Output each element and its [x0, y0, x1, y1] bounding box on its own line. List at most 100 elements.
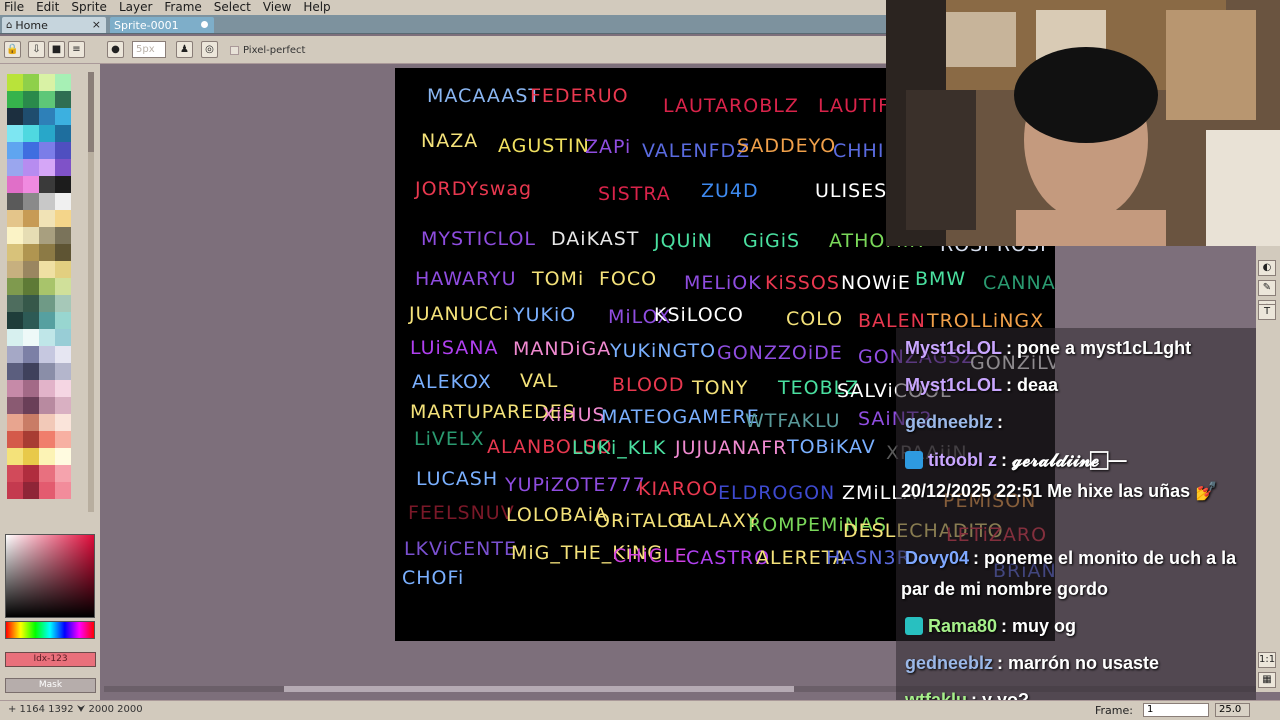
pen-icon[interactable]: ✎ [1258, 280, 1276, 296]
palette-swatch[interactable] [7, 363, 23, 380]
menu-edit[interactable]: Edit [36, 0, 59, 15]
palette-swatch[interactable] [7, 193, 23, 210]
palette-swatch[interactable] [55, 380, 71, 397]
palette-swatch[interactable] [39, 125, 55, 142]
modified-dot-icon[interactable] [201, 21, 208, 28]
palette-swatch[interactable] [23, 227, 39, 244]
palette-swatch[interactable] [7, 329, 23, 346]
palette-swatch[interactable] [39, 278, 55, 295]
palette-swatch[interactable] [7, 227, 23, 244]
palette-swatch[interactable] [55, 193, 71, 210]
palette-swatch[interactable] [39, 448, 55, 465]
palette-swatch[interactable] [23, 176, 39, 193]
palette-swatch[interactable] [55, 482, 71, 499]
palette-swatch[interactable] [55, 312, 71, 329]
palette-swatch[interactable] [23, 312, 39, 329]
palette-swatch[interactable] [39, 193, 55, 210]
horizontal-scroll-thumb[interactable] [284, 686, 794, 692]
palette-swatch[interactable] [55, 261, 71, 278]
palette-swatch[interactable] [23, 108, 39, 125]
palette-swatch[interactable] [7, 346, 23, 363]
palette-swatch[interactable] [55, 108, 71, 125]
palette-swatch[interactable] [55, 295, 71, 312]
palette-swatch[interactable] [23, 431, 39, 448]
menu-file[interactable]: File [4, 0, 24, 15]
palette-swatch[interactable] [55, 74, 71, 91]
menu-frame[interactable]: Frame [164, 0, 201, 15]
menu-select[interactable]: Select [214, 0, 251, 15]
palette-swatch[interactable] [39, 414, 55, 431]
palette-swatch[interactable] [39, 176, 55, 193]
close-icon[interactable]: × [92, 18, 101, 31]
palette-swatch[interactable] [7, 159, 23, 176]
hue-slider[interactable] [5, 621, 95, 639]
palette-swatch[interactable] [23, 329, 39, 346]
palette-swatch[interactable] [7, 380, 23, 397]
palette-swatch[interactable] [23, 380, 39, 397]
lock-icon[interactable]: 🔒 [4, 41, 21, 58]
palette-swatch[interactable] [39, 346, 55, 363]
palette-swatch[interactable] [55, 465, 71, 482]
palette-swatch[interactable] [23, 414, 39, 431]
palette-swatch[interactable] [7, 142, 23, 159]
brush-shape-icon[interactable]: ● [107, 41, 124, 58]
palette-swatch[interactable] [7, 176, 23, 193]
palette-swatch[interactable] [23, 363, 39, 380]
menu-lines-icon[interactable]: ≡ [68, 41, 85, 58]
palette-swatch[interactable] [55, 414, 71, 431]
palette-swatch[interactable] [23, 278, 39, 295]
frame-input[interactable]: 1 [1143, 703, 1209, 717]
tab-home[interactable]: ⌂ Home × [2, 17, 106, 33]
menu-view[interactable]: View [263, 0, 291, 15]
palette-swatch[interactable] [55, 346, 71, 363]
palette-swatch[interactable] [23, 346, 39, 363]
menu-help[interactable]: Help [303, 0, 330, 15]
pixel-perfect-checkbox[interactable] [230, 46, 239, 55]
palette-scroll-thumb[interactable] [88, 72, 94, 152]
menu-layer[interactable]: Layer [119, 0, 152, 15]
palette-swatch[interactable] [7, 74, 23, 91]
palette-swatch[interactable] [23, 159, 39, 176]
color-picker-field[interactable] [5, 534, 95, 618]
palette-swatch[interactable] [55, 278, 71, 295]
mask-color-button[interactable]: Mask [5, 678, 96, 693]
palette-swatch[interactable] [39, 482, 55, 499]
text-tool-icon[interactable]: T [1258, 304, 1276, 320]
palette-swatch[interactable] [7, 414, 23, 431]
palette-swatch[interactable] [7, 448, 23, 465]
palette-swatch[interactable] [39, 329, 55, 346]
palette-swatch[interactable] [39, 244, 55, 261]
palette-swatch[interactable] [7, 397, 23, 414]
palette-swatch[interactable] [23, 91, 39, 108]
palette-swatch[interactable] [39, 108, 55, 125]
palette-swatch[interactable] [7, 91, 23, 108]
fill-bucket-icon[interactable]: ◐ [1258, 260, 1276, 276]
palette-swatch[interactable] [7, 278, 23, 295]
palette-swatch[interactable] [7, 125, 23, 142]
palette-swatch[interactable] [23, 261, 39, 278]
palette-swatch[interactable] [55, 448, 71, 465]
down-arrow-icon[interactable]: ⇩ [28, 41, 45, 58]
palette-swatch[interactable] [23, 125, 39, 142]
palette-swatch[interactable] [39, 210, 55, 227]
palette-swatch[interactable] [23, 244, 39, 261]
palette-swatch[interactable] [55, 431, 71, 448]
palette-swatch[interactable] [55, 397, 71, 414]
palette-swatch[interactable] [55, 91, 71, 108]
palette-swatch[interactable] [55, 329, 71, 346]
palette-swatch[interactable] [7, 312, 23, 329]
palette-swatch[interactable] [7, 210, 23, 227]
zoom-1to1-icon[interactable]: 1:1 [1258, 652, 1276, 668]
tab-sprite[interactable]: Sprite-0001 [110, 17, 214, 33]
menu-sprite[interactable]: Sprite [71, 0, 107, 15]
palette-swatch[interactable] [55, 227, 71, 244]
palette-swatch[interactable] [7, 295, 23, 312]
palette-swatch[interactable] [55, 142, 71, 159]
palette-swatch[interactable] [23, 193, 39, 210]
timeline-icon[interactable]: ▦ [1258, 672, 1276, 688]
foreground-color-button[interactable]: Idx-123 [5, 652, 96, 667]
palette-swatch[interactable] [55, 363, 71, 380]
palette-swatch[interactable] [39, 295, 55, 312]
palette-scrollbar[interactable] [88, 72, 94, 512]
palette-swatch[interactable] [23, 397, 39, 414]
